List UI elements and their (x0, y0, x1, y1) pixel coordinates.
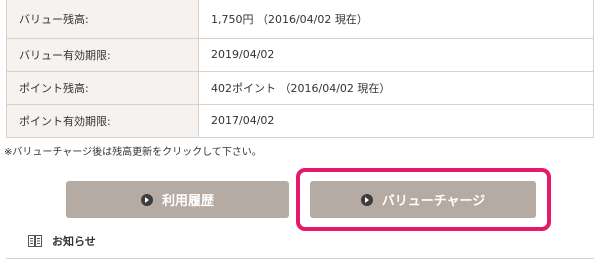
balance-info-table: バリュー残高: 1,750円 （2016/04/02 現在） バリュー有効期限:… (6, 0, 594, 138)
point-expiry-value: 2017/04/02 (198, 103, 594, 138)
table-row: バリュー有効期限: 2019/04/02 (6, 37, 594, 72)
usage-history-button[interactable]: 利用履歴 (66, 181, 289, 218)
notice-heading[interactable]: お知らせ (28, 233, 96, 249)
value-charge-button-label: バリューチャージ (381, 194, 486, 209)
usage-history-button-label: 利用履歴 (161, 194, 214, 209)
notice-label: お知らせ (52, 235, 96, 248)
value-balance-label: バリュー残高: (6, 0, 199, 39)
table-row: ポイント有効期限: 2017/04/02 (6, 103, 594, 138)
charge-note: ※バリューチャージ後は残高更新をクリックして下さい。 (4, 147, 262, 158)
divider (6, 258, 594, 259)
arrow-circle-icon (140, 193, 153, 206)
point-expiry-label: ポイント有効期限: (6, 103, 199, 138)
point-balance-label: ポイント残高: (6, 70, 199, 105)
value-expiry-label: バリュー有効期限: (6, 37, 199, 72)
value-expiry-value: 2019/04/02 (198, 37, 594, 72)
book-icon (28, 235, 42, 247)
value-charge-button[interactable]: バリューチャージ (310, 181, 536, 218)
table-row: ポイント残高: 402ポイント （2016/04/02 現在） (6, 70, 594, 105)
arrow-circle-icon (360, 193, 373, 206)
value-balance-value: 1,750円 （2016/04/02 現在） (198, 0, 594, 39)
table-row: バリュー残高: 1,750円 （2016/04/02 現在） (6, 0, 594, 39)
point-balance-value: 402ポイント （2016/04/02 現在） (198, 70, 594, 105)
